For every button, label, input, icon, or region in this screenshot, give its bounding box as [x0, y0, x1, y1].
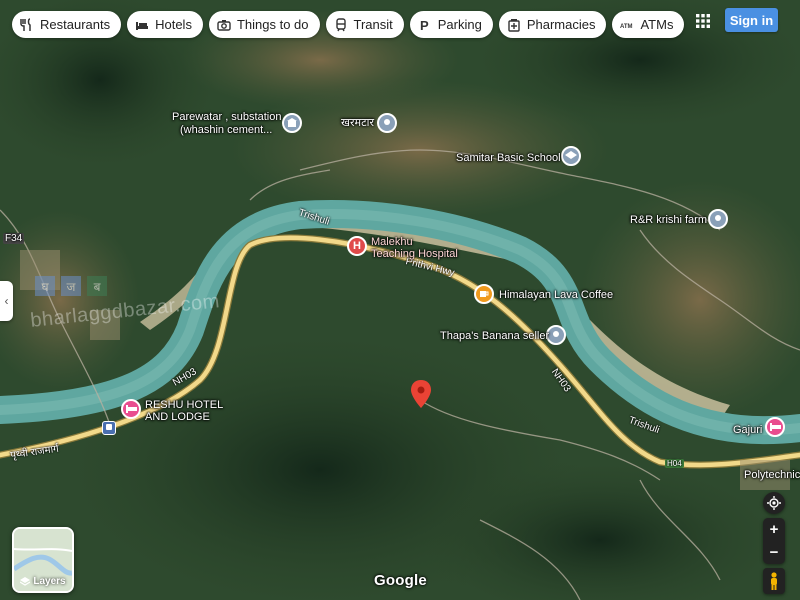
bed-icon [136, 21, 149, 30]
cafe-pin[interactable] [474, 284, 494, 304]
my-location-icon [767, 496, 781, 510]
train-icon [335, 17, 346, 31]
bus-stop-pin[interactable] [102, 421, 116, 435]
chip-label: Parking [437, 17, 482, 32]
dropped-pin-icon[interactable] [411, 380, 431, 410]
bus-icon [106, 424, 112, 430]
sign-in-button[interactable]: Sign in [725, 8, 778, 32]
place-label-himalayan-lava-coffee[interactable]: Himalayan Lava Coffee [499, 289, 613, 301]
camera-icon [217, 19, 231, 31]
hospital-pin[interactable]: H [347, 236, 367, 256]
coffee-cup-icon [480, 291, 489, 297]
place-label-parewatar-2[interactable]: (whashin cement... [180, 124, 272, 136]
hotel-pin[interactable] [121, 399, 141, 419]
school-icon [565, 151, 577, 159]
place-pin-kharmatar[interactable] [377, 113, 397, 133]
pharmacy-icon [508, 18, 520, 32]
hospital-icon: H [353, 240, 361, 252]
google-logo: Google [374, 572, 427, 589]
chip-label: Transit [353, 17, 393, 32]
chip-atms[interactable]: ATM ATMs [612, 11, 685, 38]
place-label-reshu-hotel[interactable]: RESHU HOTEL [145, 399, 223, 411]
my-location-button[interactable] [763, 492, 785, 514]
chip-things-to-do[interactable]: Things to do [208, 11, 320, 38]
place-pin-samitar-school[interactable] [561, 146, 581, 166]
atm-icon: ATM [620, 24, 633, 30]
apps-grid-icon [696, 14, 710, 28]
collapse-panel-button[interactable]: ‹ [0, 281, 13, 321]
place-label-malekhu-hospital[interactable]: Malekhu [371, 236, 413, 248]
zoom-in-button[interactable]: + [763, 518, 785, 541]
place-pin-parewatar[interactable] [282, 113, 302, 133]
chip-restaurants[interactable]: Restaurants [12, 11, 122, 38]
chip-label: Things to do [236, 17, 309, 32]
place-label-kharmatar[interactable]: खरमटार [341, 117, 374, 129]
category-chips: Restaurants Hotels Things to do Transit … [12, 11, 685, 38]
place-label-rr-krishi-farm[interactable]: R&R krishi farm [630, 214, 707, 226]
chip-label: Hotels [155, 17, 192, 32]
chevron-left-icon: ‹ [4, 294, 9, 308]
place-label-gajuri[interactable]: Gajuri [733, 424, 762, 436]
building-icon [287, 118, 297, 127]
layers-label-row: Layers [14, 576, 72, 587]
road-label-h04: H04 [665, 459, 684, 468]
bed-icon [125, 405, 137, 413]
chip-transit[interactable]: Transit [325, 11, 404, 38]
place-label-thapa-banana[interactable]: Thapa's Banana seller [440, 330, 549, 342]
layers-icon [20, 576, 31, 586]
place-pin-rr-krishi-farm[interactable] [708, 209, 728, 229]
bed-icon [769, 423, 781, 431]
chip-label: Pharmacies [526, 17, 596, 32]
place-icon [553, 331, 559, 337]
chip-parking[interactable]: P Parking [409, 11, 493, 38]
svg-text:ATM: ATM [620, 24, 633, 30]
svg-text:P: P [420, 18, 429, 32]
place-label-samitar-school[interactable]: Samitar Basic School [456, 152, 561, 164]
zoom-controls: + − [763, 518, 785, 564]
chip-hotels[interactable]: Hotels [127, 11, 203, 38]
watermark-tiles: घ ज ब [35, 276, 107, 296]
chip-label: Restaurants [40, 17, 111, 32]
chip-label: ATMs [640, 17, 674, 32]
chip-pharmacies[interactable]: Pharmacies [498, 11, 607, 38]
apps-grid-button[interactable] [690, 8, 716, 34]
place-icon [384, 119, 390, 125]
layers-button[interactable]: Layers [12, 527, 74, 593]
road-label-f34: F34 [3, 233, 25, 244]
place-label-reshu-hotel-2[interactable]: AND LODGE [145, 411, 210, 423]
hotel-pin-gajuri[interactable] [765, 417, 785, 437]
layers-label: Layers [33, 576, 66, 587]
zoom-out-button[interactable]: − [763, 541, 785, 564]
fork-knife-icon [20, 17, 31, 31]
place-label-malekhu-hospital-2[interactable]: Teaching Hospital [371, 248, 458, 260]
street-view-pegman-button[interactable] [763, 568, 785, 594]
pegman-icon [771, 572, 777, 590]
place-icon [715, 215, 721, 221]
parking-icon: P [420, 18, 429, 32]
place-label-parewatar[interactable]: Parewatar , substation [172, 111, 281, 123]
place-label-polytechnic[interactable]: Polytechnic [744, 469, 800, 481]
